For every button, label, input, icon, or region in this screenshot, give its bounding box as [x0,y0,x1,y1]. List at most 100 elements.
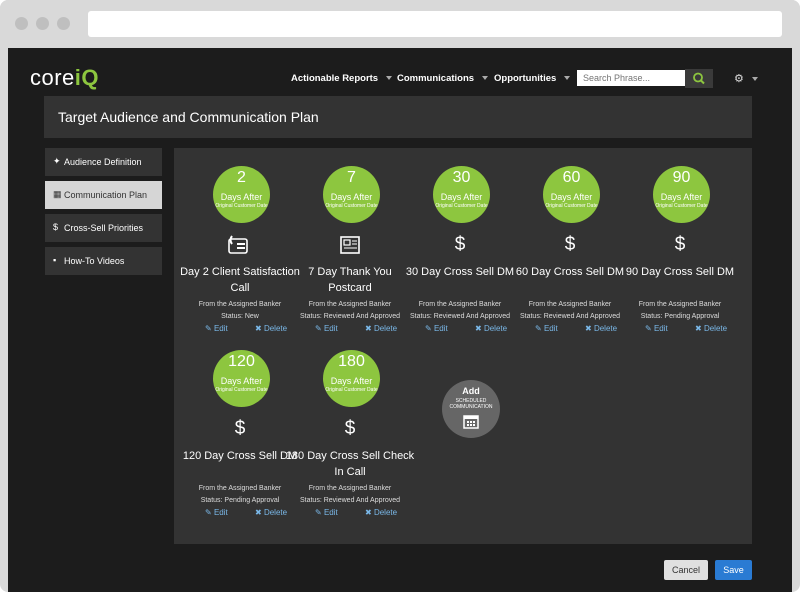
days-after-label: Days After [220,192,263,202]
days-number: 90 [672,169,691,186]
days-after-label: Days After [330,192,373,202]
delete-button[interactable]: ✖ Delete [585,324,617,333]
original-date-label: Original Customer Date [325,387,378,393]
search-button[interactable] [685,69,713,88]
delete-label: Delete [263,508,288,517]
days-after-label: Days After [550,192,593,202]
app-root: coreiQ Actionable Reports Communications… [8,48,792,592]
communication-card: 7 Days After Original Customer Date 7 Day … [295,156,405,336]
schedule-badge: 60 Days After Original Customer Date [543,166,600,223]
communication-card: 60 Days After Original Customer Date $ 60 … [515,156,625,336]
delete-button[interactable]: ✖ Delete [365,508,397,517]
settings-menu[interactable]: ⚙ [734,72,758,85]
edit-button[interactable]: ✎ Edit [645,324,668,333]
sidebar-item-communication-plan[interactable]: ▦ Communication Plan [45,181,162,209]
days-number: 60 [562,169,581,186]
days-after-label: Days After [220,376,263,386]
close-icon: ✖ [365,324,372,333]
schedule-badge: 120 Days After Original Customer Date [213,350,270,407]
card-status: Status: Reviewed And Approved [299,497,400,504]
original-date-label: Original Customer Date [435,203,488,209]
window-close-dot[interactable] [15,17,28,30]
edit-button[interactable]: ✎ Edit [205,324,228,333]
pencil-icon: ✎ [535,324,542,333]
address-bar[interactable] [88,11,782,37]
card-from: From the Assigned Banker [308,485,392,492]
edit-label: Edit [543,324,558,333]
edit-label: Edit [213,508,228,517]
dollar-icon: $ [564,234,576,255]
dollar-icon: $ [454,234,466,255]
close-icon: ✖ [585,324,592,333]
communication-card: 2 Days After Original Customer Date Day 2 … [180,156,300,336]
communication-card: 180 Days After Original Customer Date $ 18… [286,340,414,520]
add-sub-label: SCHEDULED COMMUNICATION [449,398,493,410]
card-title: 90 Day Cross Sell DM [625,266,735,278]
cancel-button[interactable]: Cancel [664,560,708,580]
card-status: Status: Pending Approval [640,313,720,320]
edit-button[interactable]: ✎ Edit [205,508,228,517]
card-meta: From the Assigned Banker Status: Pending … [615,299,745,323]
card-from: From the Assigned Banker [638,301,722,308]
crosshair-icon: ✦ [53,156,61,166]
window-maximize-dot[interactable] [57,17,70,30]
nav-actionable-reports[interactable]: Actionable Reports [291,73,393,84]
page-title: Target Audience and Communication Plan [58,109,319,125]
delete-label: Delete [593,324,618,333]
save-button[interactable]: Save [715,560,752,580]
add-scheduled-communication-button[interactable]: Add SCHEDULED COMMUNICATION [442,380,500,438]
original-date-label: Original Customer Date [215,387,268,393]
delete-button[interactable]: ✖ Delete [695,324,727,333]
delete-label: Delete [373,508,398,517]
delete-label: Delete [703,324,728,333]
edit-button[interactable]: ✎ Edit [315,324,338,333]
nav-label: Actionable Reports [291,73,379,84]
delete-label: Delete [483,324,508,333]
delete-button[interactable]: ✖ Delete [365,324,397,333]
logo-core: core [30,65,75,90]
browser-window: coreiQ Actionable Reports Communications… [0,0,800,592]
sidebar-item-cross-sell-priorities[interactable]: $ Cross-Sell Priorities [45,214,162,242]
nav-communications[interactable]: Communications [397,73,489,84]
dollar-icon: $ [53,222,59,232]
sidebar-item-label: Communication Plan [64,190,148,200]
delete-button[interactable]: ✖ Delete [475,324,507,333]
caret-down-icon [564,76,571,81]
delete-label: Delete [263,324,288,333]
browser-chrome [0,0,800,48]
schedule-badge: 7 Days After Original Customer Date [323,166,380,223]
postcard-icon [295,234,405,256]
sidebar-item-label: Audience Definition [64,157,142,167]
original-date-label: Original Customer Date [215,203,268,209]
phone-icon [185,234,295,256]
edit-button[interactable]: ✎ Edit [535,324,558,333]
window-minimize-dot[interactable] [36,17,49,30]
sidebar-item-how-to-videos[interactable]: ▪ How-To Videos [45,247,162,275]
days-after-label: Days After [440,192,483,202]
edit-label: Edit [653,324,668,333]
edit-button[interactable]: ✎ Edit [315,508,338,517]
days-after-label: Days After [330,376,373,386]
add-label: Add [462,386,480,396]
pencil-icon: ✎ [205,508,212,517]
delete-button[interactable]: ✖ Delete [255,324,287,333]
pencil-icon: ✎ [315,324,322,333]
search-input[interactable] [577,70,695,86]
communication-card: 90 Days After Original Customer Date $ 90 … [625,156,735,336]
delete-label: Delete [373,324,398,333]
edit-label: Edit [323,324,338,333]
delete-button[interactable]: ✖ Delete [255,508,287,517]
close-icon: ✖ [695,324,702,333]
caret-down-icon [482,76,489,81]
edit-button[interactable]: ✎ Edit [425,324,448,333]
dollar-icon: $ [234,418,246,439]
sidebar-item-audience-definition[interactable]: ✦ Audience Definition [45,148,162,176]
caret-down-icon [751,77,758,82]
nav-opportunities[interactable]: Opportunities [494,73,571,84]
pencil-icon: ✎ [425,324,432,333]
days-number: 7 [347,169,356,186]
video-camera-icon: ▪ [53,255,57,265]
communication-card: 30 Days After Original Customer Date $ 30 … [405,156,515,336]
logo[interactable]: coreiQ [30,65,99,91]
dollar-icon: $ [674,234,686,255]
